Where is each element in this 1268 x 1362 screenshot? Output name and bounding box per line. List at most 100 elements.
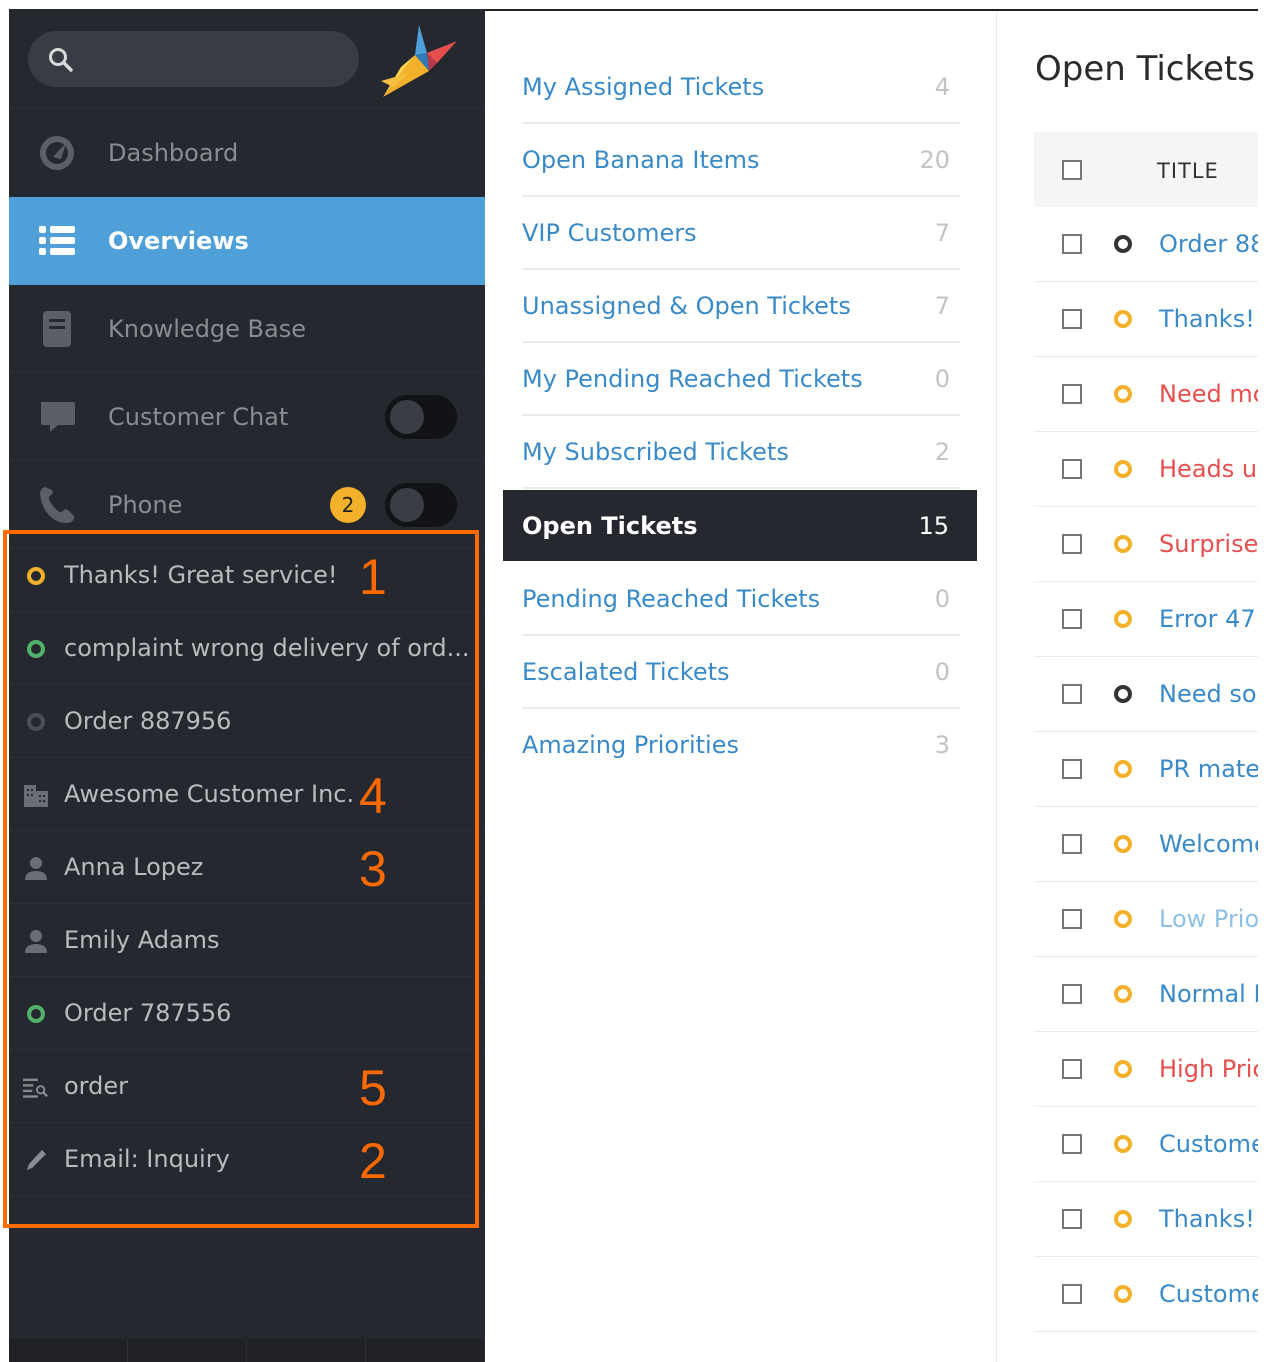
ticket-title-link[interactable]: Custome <box>1159 1126 1258 1162</box>
table-row[interactable]: Thanks! ( <box>1034 1182 1258 1257</box>
ticket-title-link[interactable]: Thanks! ( <box>1159 1201 1258 1237</box>
phone-badge: 2 <box>330 487 366 523</box>
overview-item[interactable]: Open Banana Items 20 <box>522 124 960 197</box>
table-row[interactable]: PR mate <box>1034 732 1258 807</box>
ticket-title-link[interactable]: Surprise <box>1159 526 1258 562</box>
recent-user-item[interactable]: Anna Lopez 3 <box>9 831 485 904</box>
table-row[interactable]: Custome <box>1034 1107 1258 1182</box>
recent-ticket-item[interactable]: Order 887956 <box>9 685 485 758</box>
ticket-title-link[interactable]: High Pric <box>1159 1051 1258 1087</box>
pencil-icon <box>23 1147 49 1173</box>
search-list-icon <box>23 1074 49 1100</box>
overview-item[interactable]: My Pending Reached Tickets 0 <box>522 343 960 416</box>
nav-customer-chat[interactable]: Customer Chat <box>9 373 485 461</box>
recent-user-item[interactable]: Emily Adams <box>9 904 485 977</box>
ticket-title-link[interactable]: Heads up <box>1159 451 1258 487</box>
row-checkbox[interactable] <box>1062 459 1082 479</box>
row-checkbox[interactable] <box>1062 234 1082 254</box>
recent-ticket-item[interactable]: complaint wrong delivery of ord... <box>9 612 485 685</box>
row-checkbox[interactable] <box>1062 1284 1082 1304</box>
overview-item[interactable]: Pending Reached Tickets 0 <box>522 563 960 636</box>
overview-label: Pending Reached Tickets <box>522 585 821 613</box>
recent-ticket-item[interactable]: Order 787556 <box>9 977 485 1050</box>
recent-draft-item[interactable]: Email: Inquiry 2 <box>9 1123 485 1196</box>
search-input[interactable] <box>28 31 359 87</box>
chat-icon <box>37 399 77 435</box>
overview-label: My Assigned Tickets <box>522 73 765 101</box>
recent-search-item[interactable]: order 5 <box>9 1050 485 1123</box>
ticket-title-link[interactable]: Thanks! ( <box>1159 301 1258 337</box>
table-row[interactable]: Error 471 <box>1034 582 1258 657</box>
nav-label: Phone <box>108 491 183 519</box>
table-row[interactable]: Need mc <box>1034 357 1258 432</box>
table-row[interactable]: Order 88 <box>1034 207 1258 282</box>
footer-slot[interactable] <box>366 1339 485 1362</box>
customer-chat-toggle[interactable] <box>385 395 457 439</box>
ticket-title-link[interactable]: Custome <box>1159 1276 1258 1312</box>
row-checkbox[interactable] <box>1062 984 1082 1004</box>
table-row[interactable]: High Pric <box>1034 1032 1258 1107</box>
table-row[interactable]: Welcome <box>1034 807 1258 882</box>
nav-phone[interactable]: Phone 2 <box>9 461 485 549</box>
ticket-title-link[interactable]: Order 88 <box>1159 226 1258 262</box>
ticket-title-link[interactable]: Need so <box>1159 676 1257 712</box>
ticket-title-link[interactable]: Welcome <box>1159 826 1258 862</box>
ticket-title-link[interactable]: Need mc <box>1159 376 1258 412</box>
row-checkbox[interactable] <box>1062 534 1082 554</box>
user-icon <box>23 855 49 881</box>
table-row[interactable]: Surprise <box>1034 507 1258 582</box>
table-row[interactable]: Normal P <box>1034 957 1258 1032</box>
row-checkbox[interactable] <box>1062 609 1082 629</box>
zammad-logo-icon[interactable] <box>379 23 459 99</box>
list-icon <box>37 223 77 259</box>
nav-dashboard[interactable]: Dashboard <box>9 109 485 197</box>
select-all-checkbox[interactable] <box>1062 160 1082 180</box>
recent-item-label: Order 887956 <box>64 707 232 735</box>
ticket-title-link[interactable]: PR mate <box>1159 751 1258 787</box>
overview-item[interactable]: Unassigned & Open Tickets 7 <box>522 270 960 343</box>
overview-item-active[interactable]: Open Tickets 15 <box>503 490 977 561</box>
user-icon <box>23 928 49 954</box>
footer-slot[interactable] <box>128 1339 247 1362</box>
ticket-title-link[interactable]: Low Prio <box>1159 901 1258 937</box>
dashboard-gauge-icon <box>37 135 77 171</box>
nav-knowledge-base[interactable]: Knowledge Base <box>9 285 485 373</box>
overview-count: 15 <box>918 512 949 540</box>
overview-item[interactable]: Amazing Priorities 3 <box>522 709 960 782</box>
table-row[interactable]: Need so <box>1034 657 1258 732</box>
row-checkbox[interactable] <box>1062 1059 1082 1079</box>
ticket-title-link[interactable]: Normal P <box>1159 976 1258 1012</box>
row-checkbox[interactable] <box>1062 1134 1082 1154</box>
footer-slot[interactable] <box>9 1339 128 1362</box>
row-checkbox[interactable] <box>1062 909 1082 929</box>
overview-label: My Pending Reached Tickets <box>522 365 863 393</box>
recent-organization-item[interactable]: Awesome Customer Inc. 4 <box>9 758 485 831</box>
row-checkbox[interactable] <box>1062 309 1082 329</box>
overview-count: 0 <box>934 658 950 686</box>
table-row[interactable]: Heads up <box>1034 432 1258 507</box>
row-checkbox[interactable] <box>1062 1209 1082 1229</box>
row-checkbox[interactable] <box>1062 384 1082 404</box>
nav-label: Overviews <box>108 227 249 255</box>
overview-item[interactable]: My Assigned Tickets 4 <box>522 51 960 124</box>
footer-slot[interactable] <box>247 1339 366 1362</box>
phone-toggle[interactable] <box>385 483 457 527</box>
recent-ticket-item[interactable]: Thanks! Great service! 1 <box>9 539 485 612</box>
ticket-status-ring-icon <box>1113 1059 1133 1083</box>
ticket-status-ring-icon <box>23 636 49 662</box>
table-row[interactable]: Thanks! ( <box>1034 282 1258 357</box>
table-row[interactable]: Low Prio <box>1034 882 1258 957</box>
table-row[interactable]: Custome <box>1034 1257 1258 1332</box>
ticket-title-link[interactable]: Error 471 <box>1159 601 1258 637</box>
column-header-title[interactable]: TITLE <box>1157 156 1219 186</box>
overview-item[interactable]: My Subscribed Tickets 2 <box>522 416 960 489</box>
row-checkbox[interactable] <box>1062 834 1082 854</box>
row-checkbox[interactable] <box>1062 759 1082 779</box>
nav-overviews[interactable]: Overviews <box>9 197 485 285</box>
recent-item-label: Thanks! Great service! <box>64 561 338 589</box>
ticket-status-ring-icon <box>23 1001 49 1027</box>
row-checkbox[interactable] <box>1062 684 1082 704</box>
overview-count: 0 <box>934 585 950 613</box>
overview-item[interactable]: VIP Customers 7 <box>522 197 960 270</box>
overview-item[interactable]: Escalated Tickets 0 <box>522 636 960 709</box>
